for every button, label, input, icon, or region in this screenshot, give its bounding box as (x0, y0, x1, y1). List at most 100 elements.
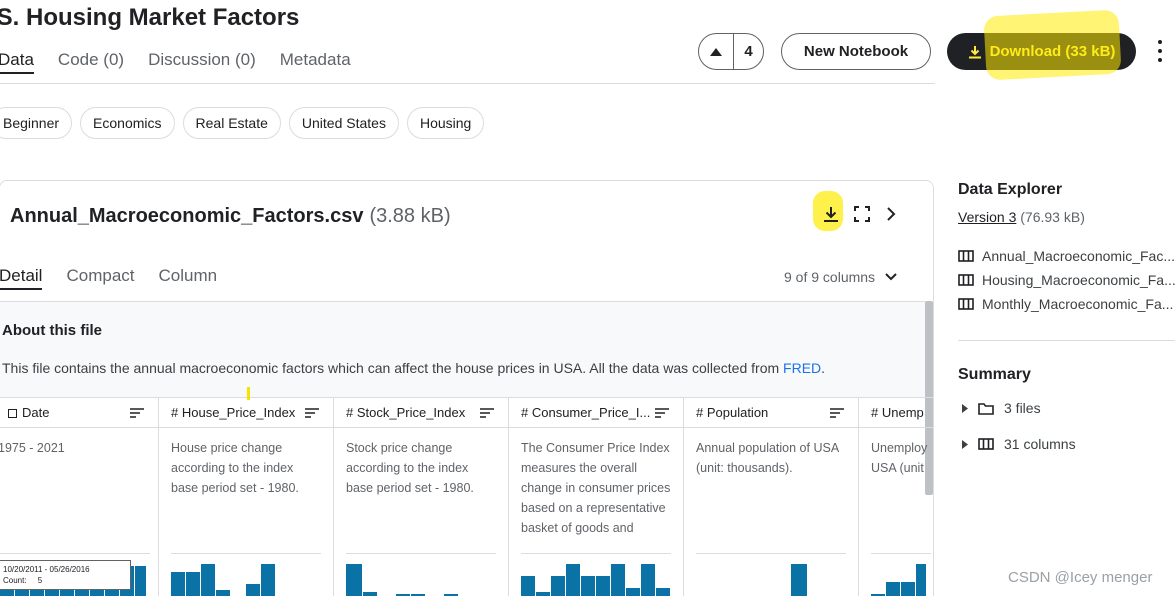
download-label: Download (33 kB) (989, 43, 1116, 60)
folder-icon (978, 402, 994, 415)
sort-menu-icon[interactable] (830, 407, 844, 418)
watermark: CSDN @Icey menger (1008, 569, 1153, 586)
tooltip-range: 10/20/2011 - 05/26/2016 (3, 565, 90, 574)
dataset-tabs: Data Code (0) Discussion (0) Metadata (0, 50, 351, 74)
file-actions (822, 205, 898, 228)
chevron-down-icon (885, 273, 897, 281)
sort-menu-icon[interactable] (655, 407, 669, 418)
column-card-date: Date 1975 - 2021 10/20/2011 - 05/26/2016… (0, 398, 159, 596)
file-list-item[interactable]: Monthly_Macroeconomic_Fa... (958, 292, 1175, 316)
house-price-histogram[interactable] (171, 553, 321, 596)
chevron-right-icon[interactable] (884, 206, 898, 227)
tag-housing[interactable]: Housing (406, 107, 485, 139)
tab-detail[interactable]: Detail (0, 266, 43, 290)
column-name: # Population (696, 405, 769, 420)
tab-data[interactable]: Data (0, 50, 34, 74)
vote-count: 4 (744, 43, 753, 60)
tag-beginner[interactable]: Beginner (0, 107, 73, 139)
tag-real-estate[interactable]: Real Estate (182, 107, 281, 139)
stock-price-histogram[interactable] (346, 553, 496, 596)
column-description: Unemploy USA (unit (871, 441, 928, 475)
tag-economics[interactable]: Economics (80, 107, 175, 139)
column-count-selector[interactable]: 9 of 9 columns (784, 269, 897, 285)
histogram-bar (596, 576, 610, 596)
upvote-button[interactable]: 4 (698, 33, 764, 70)
tag-list: Beginner Economics Real Estate United St… (0, 107, 485, 139)
column-header[interactable]: # House_Price_Index (159, 398, 333, 428)
histogram-bar (261, 564, 275, 596)
population-histogram[interactable] (696, 553, 846, 596)
consumer-price-histogram[interactable] (521, 553, 671, 596)
more-options-icon[interactable] (1152, 38, 1168, 64)
column-name: # House_Price_Index (171, 405, 296, 420)
column-card-house-price-index: # House_Price_Index House price change a… (159, 398, 334, 596)
table-icon (958, 250, 974, 262)
tooltip-count: Count: 5 (3, 576, 43, 585)
column-header[interactable]: # Consumer_Price_I... (509, 398, 683, 428)
version-info: Version 3 (76.93 kB) (958, 209, 1085, 225)
column-name: # Stock_Price_Index (346, 405, 466, 420)
column-name-text: Date (22, 405, 50, 420)
column-header[interactable]: Date (0, 398, 158, 428)
sort-menu-icon[interactable] (130, 407, 144, 418)
histogram-bar (551, 576, 565, 596)
column-count-label: 9 of 9 columns (784, 269, 876, 285)
version-link[interactable]: Version 3 (958, 209, 1016, 225)
sort-menu-icon[interactable] (305, 407, 319, 418)
file-list-label: Housing_Macroeconomic_Fa... (982, 272, 1175, 288)
expand-arrow-icon[interactable] (962, 439, 968, 449)
calendar-icon (8, 409, 17, 419)
summary-files-label: 3 files (1004, 400, 1041, 416)
tab-discussion[interactable]: Discussion (0) (148, 50, 256, 74)
download-file-icon[interactable] (822, 205, 840, 228)
fred-link[interactable]: FRED (783, 360, 821, 376)
tab-metadata[interactable]: Metadata (280, 50, 351, 74)
file-size: (3.88 kB) (369, 205, 451, 227)
about-text: This file contains the annual macroecono… (2, 360, 784, 376)
histogram-bar (581, 576, 595, 596)
dataset-title: .S. Housing Market Factors (0, 4, 300, 31)
histogram-bar (186, 572, 200, 596)
file-list-item[interactable]: Annual_Macroeconomic_Fac... (958, 244, 1175, 268)
sort-menu-icon[interactable] (480, 407, 494, 418)
fullscreen-icon[interactable] (854, 206, 870, 227)
summary-list: 3 files 31 columns (962, 390, 1076, 462)
summary-title: Summary (958, 366, 1031, 383)
histogram-bar (201, 564, 215, 596)
summary-item-files[interactable]: 3 files (962, 390, 1076, 426)
histogram-bar (246, 584, 260, 596)
column-card-unemployment: # Unemp Unemploy USA (unit (859, 398, 933, 596)
column-name: # Unemp (871, 405, 924, 420)
column-card-population: # Population Annual population of USA (u… (684, 398, 859, 596)
tag-united-states[interactable]: United States (288, 107, 399, 139)
file-list-item[interactable]: Housing_Macroeconomic_Fa... (958, 268, 1175, 292)
download-button[interactable]: Download (33 kB) (947, 33, 1136, 70)
tab-column[interactable]: Column (159, 266, 218, 290)
column-card-stock-price-index: # Stock_Price_Index Stock price change a… (334, 398, 509, 596)
header-divider (0, 83, 935, 84)
column-header[interactable]: # Stock_Price_Index (334, 398, 508, 428)
file-list-label: Monthly_Macroeconomic_Fa... (982, 296, 1174, 312)
tab-code[interactable]: Code (0) (58, 50, 124, 74)
column-header[interactable]: # Population (684, 398, 858, 428)
histogram-bar (536, 592, 550, 596)
unemployment-histogram[interactable] (871, 553, 931, 596)
table-icon (978, 438, 994, 450)
summary-item-columns[interactable]: 31 columns (962, 426, 1076, 462)
histogram-bar (346, 564, 362, 596)
histogram-bar (566, 564, 580, 596)
column-name: Date (0, 405, 130, 420)
column-card-consumer-price-index: # Consumer_Price_I... The Consumer Price… (509, 398, 684, 596)
column-header[interactable]: # Unemp (859, 398, 933, 428)
column-grid: Date 1975 - 2021 10/20/2011 - 05/26/2016… (0, 397, 933, 596)
histogram-bar (791, 564, 807, 596)
new-notebook-button[interactable]: New Notebook (781, 33, 931, 70)
file-list: Annual_Macroeconomic_Fac... Housing_Macr… (958, 244, 1175, 316)
tab-compact[interactable]: Compact (66, 266, 134, 290)
upvote-arrow-icon[interactable] (699, 47, 733, 56)
histogram-bar (656, 588, 670, 596)
data-explorer-title: Data Explorer (958, 181, 1063, 198)
about-file-section: About this file This file contains the a… (0, 301, 925, 397)
expand-arrow-icon[interactable] (962, 403, 968, 413)
column-description: Annual population of USA (unit: thousand… (696, 441, 839, 475)
